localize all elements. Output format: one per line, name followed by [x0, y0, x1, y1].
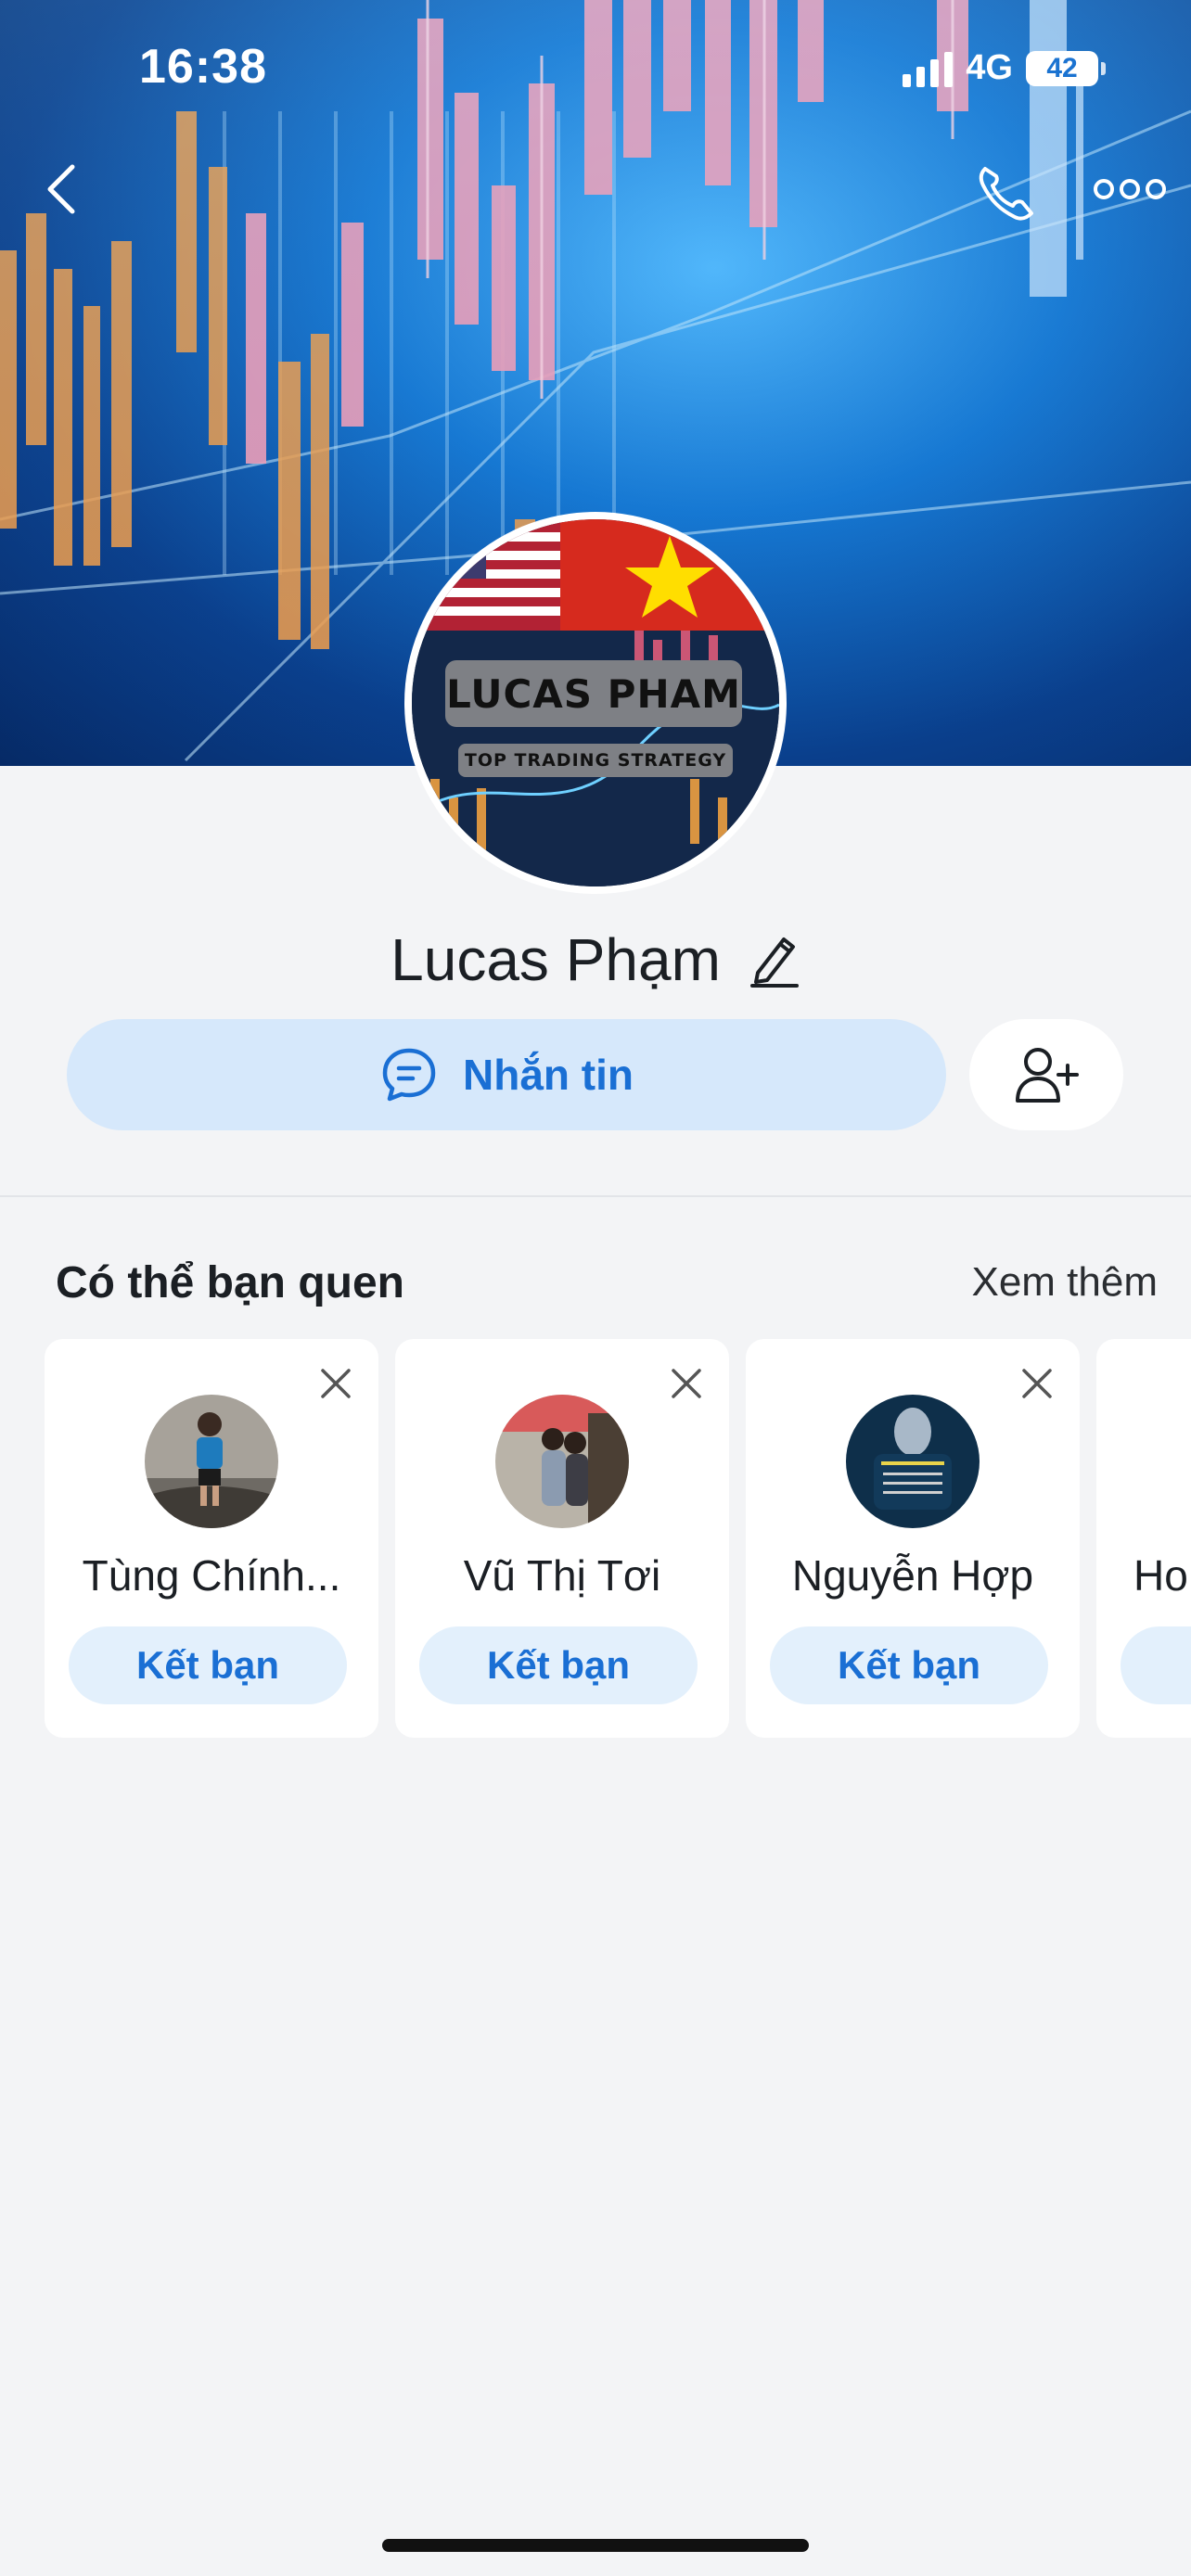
- status-bar: 16:38 4G 42: [0, 0, 1191, 139]
- close-icon[interactable]: [317, 1365, 354, 1402]
- avatar: [145, 1395, 278, 1528]
- edit-pencil-icon[interactable]: [749, 932, 800, 988]
- message-button[interactable]: Nhắn tin: [67, 1019, 946, 1130]
- add-user-icon: [1016, 1048, 1079, 1103]
- more-dots-icon: [1094, 179, 1166, 199]
- suggestion-card[interactable]: Nguyễn Hợp Kết bạn: [746, 1339, 1080, 1738]
- add-friend-card-button[interactable]: Kết bạn: [770, 1626, 1048, 1704]
- avatar-image: LUCAS PHAM TOP TRADING STRATEGY: [412, 519, 779, 886]
- suggestion-name: Vũ Thị Tơi: [463, 1551, 661, 1600]
- suggestion-card[interactable]: Vũ Thị Tơi Kết bạn: [395, 1339, 729, 1738]
- suggestion-cards: Tùng Chính... Kết bạn Vũ Thị Tơi Kết bạn: [45, 1339, 1191, 1738]
- profile-name-row: Lucas Phạm: [0, 918, 1191, 1001]
- close-icon[interactable]: [1018, 1365, 1056, 1402]
- add-friend-button[interactable]: [969, 1019, 1123, 1130]
- message-button-label: Nhắn tin: [463, 1051, 634, 1099]
- profile-avatar[interactable]: LUCAS PHAM TOP TRADING STRATEGY: [404, 512, 787, 894]
- back-button[interactable]: [33, 159, 93, 219]
- avatar-title-text: LUCAS PHAM: [445, 660, 742, 727]
- chat-bubble-icon: [382, 1048, 436, 1102]
- section-divider: [0, 1195, 1191, 1197]
- home-indicator: [382, 2539, 809, 2552]
- more-button[interactable]: [1091, 159, 1169, 219]
- suggestion-card[interactable]: Ho: [1096, 1339, 1191, 1738]
- battery-icon: 42: [1026, 50, 1106, 86]
- profile-name: Lucas Phạm: [391, 926, 721, 993]
- call-button[interactable]: [972, 159, 1039, 226]
- status-indicators: 4G 42: [903, 48, 1106, 88]
- status-time: 16:38: [139, 40, 267, 94]
- add-friend-card-button[interactable]: Kết bạn: [69, 1626, 347, 1704]
- suggestion-card[interactable]: Tùng Chính... Kết bạn: [45, 1339, 378, 1738]
- network-type: 4G: [966, 48, 1013, 87]
- close-icon[interactable]: [668, 1365, 705, 1402]
- user-photo: [145, 1395, 278, 1528]
- add-friend-card-button[interactable]: [1121, 1626, 1191, 1704]
- signal-icon: [903, 50, 954, 87]
- phone-icon: [979, 167, 1033, 221]
- avatar: [846, 1395, 980, 1528]
- avatar: [495, 1395, 629, 1528]
- suggestion-name: Ho: [1133, 1551, 1188, 1600]
- user-photo: [495, 1395, 629, 1528]
- add-friend-card-button[interactable]: Kết bạn: [419, 1626, 698, 1704]
- see-more-link[interactable]: Xem thêm: [971, 1259, 1158, 1306]
- suggestions-title: Có thể bạn quen: [56, 1258, 404, 1307]
- suggestion-name: Nguyễn Hợp: [791, 1551, 1034, 1600]
- chevron-left-icon: [47, 164, 75, 214]
- battery-level: 42: [1046, 52, 1078, 83]
- suggestion-name: Tùng Chính...: [82, 1551, 341, 1600]
- avatar-subtitle-text: TOP TRADING STRATEGY: [458, 744, 733, 777]
- user-photo: [846, 1395, 980, 1528]
